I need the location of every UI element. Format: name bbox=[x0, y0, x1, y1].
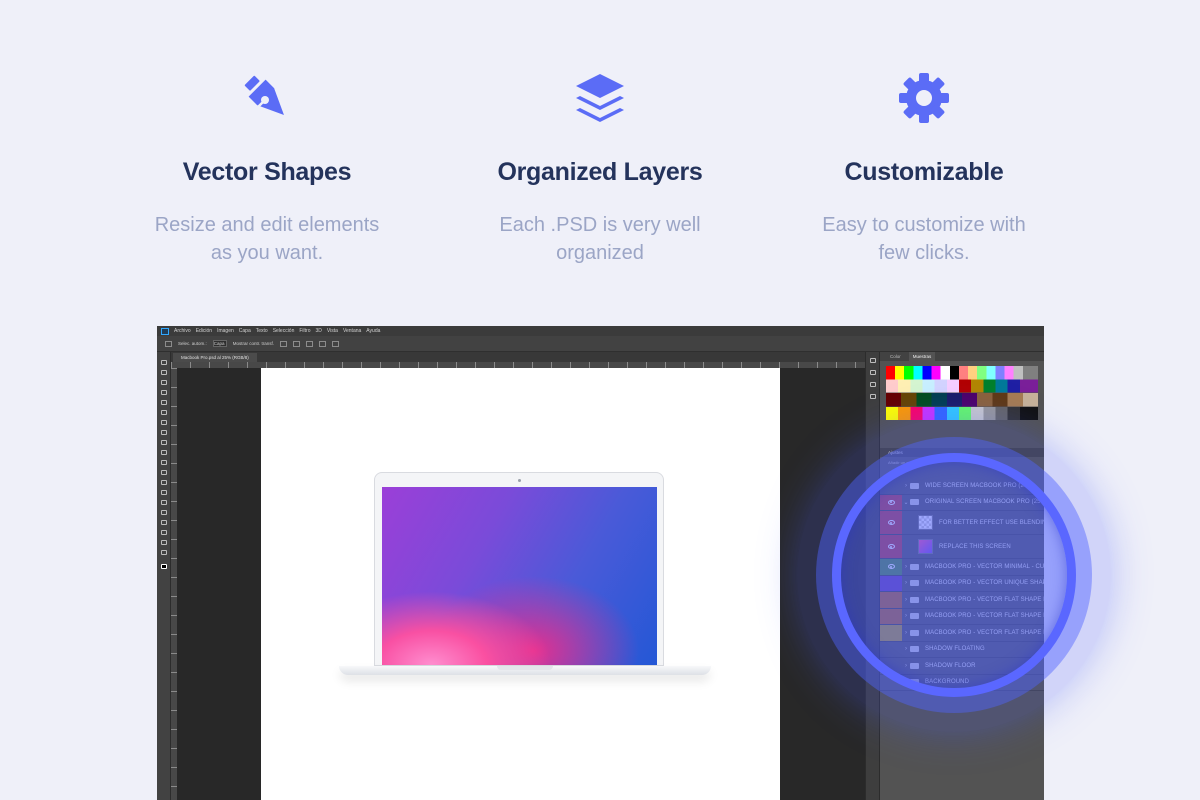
feature-customizable: Customizable Easy to customize with few … bbox=[774, 68, 1074, 267]
auto-select-dropdown[interactable]: Capa bbox=[212, 340, 227, 347]
workspace bbox=[177, 368, 865, 800]
history-panel-icon[interactable] bbox=[870, 358, 876, 363]
eraser-tool-icon[interactable] bbox=[161, 460, 167, 465]
menu-capa[interactable]: Capa bbox=[239, 326, 251, 336]
macbook-screen bbox=[382, 487, 657, 665]
swatches-tabs: Color Muestras bbox=[880, 352, 1044, 361]
document-tab-bar: Macbook Pro.psd al 25% (RGB/8) bbox=[171, 352, 865, 362]
lasso-tool-icon[interactable] bbox=[161, 380, 167, 385]
menu-imagen[interactable]: Imagen bbox=[217, 326, 234, 336]
feature-title: Organized Layers bbox=[497, 158, 703, 186]
zoom-tool-icon[interactable] bbox=[161, 550, 167, 555]
highlight-ring bbox=[832, 453, 1076, 697]
path-selection-tool-icon[interactable] bbox=[161, 520, 167, 525]
hand-tool-icon[interactable] bbox=[161, 540, 167, 545]
document-canvas[interactable] bbox=[261, 368, 780, 800]
character-panel-icon[interactable] bbox=[870, 394, 876, 399]
history-brush-tool-icon[interactable] bbox=[161, 450, 167, 455]
tools-panel bbox=[157, 352, 171, 800]
menu-filtro[interactable]: Filtro bbox=[299, 326, 310, 336]
menu-texto[interactable]: Texto bbox=[256, 326, 268, 336]
foreground-color-swatch[interactable] bbox=[161, 564, 167, 569]
stamp-tool-icon[interactable] bbox=[161, 440, 167, 445]
macbook-lid bbox=[374, 472, 664, 666]
feature-description-line: organized bbox=[556, 242, 644, 264]
feature-description-line: Easy to customize with bbox=[822, 214, 1026, 236]
properties-panel-icon[interactable] bbox=[870, 382, 876, 387]
menu-edicion[interactable]: Edición bbox=[196, 326, 212, 336]
menu-ventana[interactable]: Ventana bbox=[343, 326, 361, 336]
marquee-tool-icon[interactable] bbox=[161, 370, 167, 375]
menu-ayuda[interactable]: Ayuda bbox=[366, 326, 380, 336]
gear-icon bbox=[774, 68, 1074, 128]
healing-tool-icon[interactable] bbox=[161, 420, 167, 425]
feature-description-line: few clicks. bbox=[878, 242, 970, 264]
gradient-tool-icon[interactable] bbox=[161, 470, 167, 475]
feature-description-line: as you want. bbox=[210, 242, 324, 264]
magic-wand-tool-icon[interactable] bbox=[161, 390, 167, 395]
align-center-icon[interactable] bbox=[293, 340, 301, 347]
macbook-base bbox=[339, 666, 711, 675]
feature-vector-shapes: Vector Shapes Resize and edit elements a… bbox=[117, 68, 417, 267]
distribute-vertical-icon[interactable] bbox=[332, 340, 340, 347]
feature-description-line: Resize and edit elements bbox=[154, 214, 380, 236]
document-tab[interactable]: Macbook Pro.psd al 25% (RGB/8) bbox=[173, 353, 257, 362]
tab-swatches[interactable]: Muestras bbox=[908, 352, 936, 361]
feature-description: Each .PSD is very well organized bbox=[450, 211, 750, 267]
dodge-tool-icon[interactable] bbox=[161, 490, 167, 495]
swatches-grid[interactable] bbox=[886, 366, 1038, 420]
photoshop-logo-icon bbox=[161, 327, 169, 335]
layers-icon bbox=[450, 68, 750, 128]
menu-3d[interactable]: 3D bbox=[316, 326, 322, 336]
camera-dot bbox=[518, 479, 521, 482]
show-transform-checkbox[interactable]: Mostrar contr. transf. bbox=[233, 341, 274, 346]
pen-tool-icon bbox=[117, 68, 417, 128]
feature-title: Vector Shapes bbox=[182, 158, 352, 186]
brush-tool-icon[interactable] bbox=[161, 430, 167, 435]
distribute-icon[interactable] bbox=[319, 340, 327, 347]
move-tool-icon[interactable] bbox=[165, 340, 172, 347]
feature-description: Resize and edit elements as you want. bbox=[117, 211, 417, 267]
tab-color[interactable]: Color bbox=[886, 352, 905, 361]
menu-bar: Archivo Edición Imagen Capa Texto Selecc… bbox=[157, 326, 1044, 336]
move-tool-icon[interactable] bbox=[161, 360, 167, 365]
align-right-icon[interactable] bbox=[306, 340, 314, 347]
pen-tool-icon[interactable] bbox=[161, 500, 167, 505]
options-bar: Selec. autom.: Capa Mostrar contr. trans… bbox=[157, 336, 1044, 352]
type-tool-icon[interactable] bbox=[161, 510, 167, 515]
menu-vista[interactable]: Vista bbox=[327, 326, 338, 336]
macbook-notch bbox=[497, 666, 553, 670]
align-left-icon[interactable] bbox=[280, 340, 288, 347]
menu-archivo[interactable]: Archivo bbox=[174, 326, 191, 336]
menu-seleccion[interactable]: Selección bbox=[273, 326, 295, 336]
features-section: Vector Shapes Resize and edit elements a… bbox=[0, 0, 1200, 300]
actions-panel-icon[interactable] bbox=[870, 370, 876, 375]
feature-description-line: Each .PSD is very well bbox=[499, 214, 701, 236]
shape-tool-icon[interactable] bbox=[161, 530, 167, 535]
feature-organized-layers: Organized Layers Each .PSD is very well … bbox=[450, 68, 750, 267]
eyedropper-tool-icon[interactable] bbox=[161, 410, 167, 415]
feature-title: Customizable bbox=[844, 158, 1004, 186]
feature-description: Easy to customize with few clicks. bbox=[774, 211, 1074, 267]
crop-tool-icon[interactable] bbox=[161, 400, 167, 405]
auto-select-checkbox[interactable]: Selec. autom.: bbox=[178, 341, 207, 346]
blur-tool-icon[interactable] bbox=[161, 480, 167, 485]
